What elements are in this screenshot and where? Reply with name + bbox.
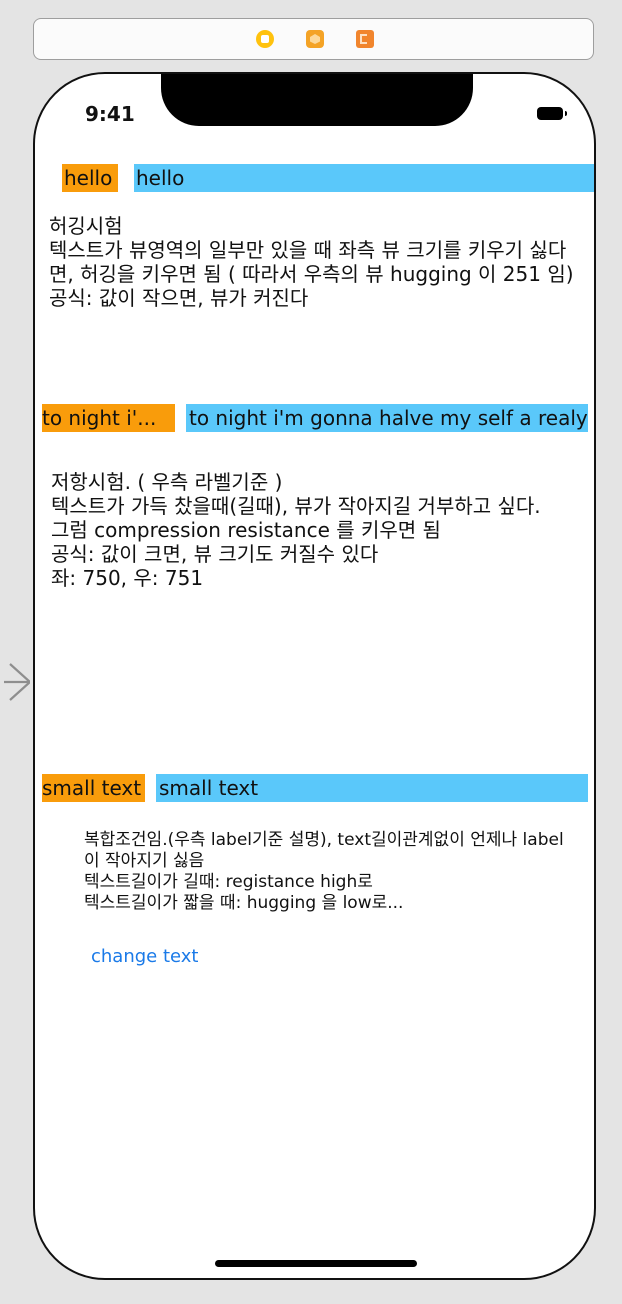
view-controller-icon[interactable] bbox=[256, 30, 274, 48]
compression-right-label: to night i'm gonna halve my self a realy bbox=[186, 404, 588, 432]
battery-icon bbox=[537, 107, 567, 120]
home-indicator bbox=[215, 1260, 417, 1267]
change-text-button[interactable]: change text bbox=[91, 946, 199, 967]
hugging-right-label: hello bbox=[134, 164, 594, 192]
hugging-description: 허깅시험 텍스트가 뷰영역의 일부만 있을 때 좌측 뷰 크기를 키우기 싫다면… bbox=[49, 214, 574, 310]
iphone-frame: 9:41 hello hello 허깅시험 텍스트가 뷰영역의 일부만 있을 때… bbox=[33, 72, 596, 1280]
combined-right-label: small text bbox=[156, 774, 588, 802]
scene-dock bbox=[33, 18, 594, 60]
combined-left-label: small text bbox=[42, 774, 145, 802]
compression-description: 저항시험. ( 우측 라벨기준 ) 텍스트가 가득 찼을때(길때), 뷰가 작아… bbox=[51, 470, 541, 590]
exit-icon[interactable] bbox=[356, 30, 374, 48]
compression-left-label: to night i'... bbox=[42, 404, 175, 432]
device-notch bbox=[161, 74, 473, 126]
hugging-left-label: hello bbox=[62, 164, 118, 192]
first-responder-icon[interactable] bbox=[306, 30, 324, 48]
combined-description: 복합조건임.(우측 label기준 설명), text길이관계없이 언제나 la… bbox=[84, 830, 564, 913]
status-time: 9:41 bbox=[85, 102, 135, 126]
entry-point-arrow-icon bbox=[4, 663, 30, 701]
